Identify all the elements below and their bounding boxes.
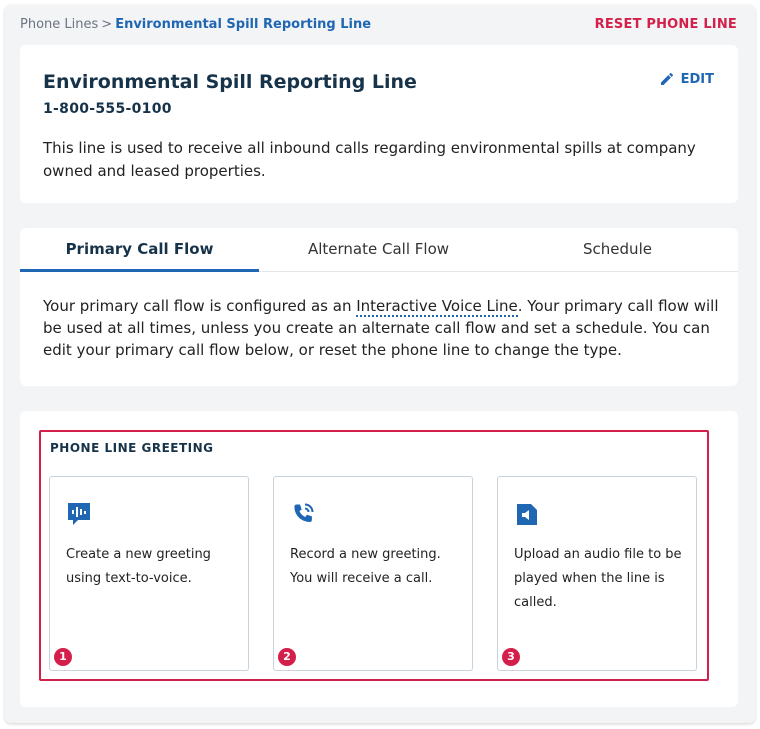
phone-line-panel: Phone Lines > Environmental Spill Reportin…: [5, 5, 755, 723]
greeting-card: PHONE LINE GREETING Create a new greetin…: [20, 411, 738, 707]
top-bar: Phone Lines > Environmental Spill Reportin…: [20, 17, 737, 37]
greeting-section-heading: PHONE LINE GREETING: [50, 441, 214, 455]
tab-schedule[interactable]: Schedule: [498, 228, 737, 272]
tab-primary-call-flow[interactable]: Primary Call Flow: [20, 228, 259, 272]
line-description: This line is used to receive all inbound…: [43, 139, 696, 180]
interactive-voice-line-link[interactable]: Interactive Voice Line: [356, 297, 518, 317]
option-text: Upload an audio file to be played when t…: [514, 547, 682, 610]
greeting-options-highlight: PHONE LINE GREETING Create a new greetin…: [39, 430, 709, 681]
call-flow-tabs: Primary Call Flow Alternate Call Flow Sc…: [20, 228, 738, 272]
text-to-voice-option[interactable]: Create a new greeting using text-to-voic…: [49, 476, 249, 671]
breadcrumb: Phone Lines > Environmental Spill Reportin…: [20, 17, 371, 32]
breadcrumb-current[interactable]: Environmental Spill Reporting Line: [115, 17, 371, 32]
breadcrumb-phone-lines[interactable]: Phone Lines: [20, 17, 98, 32]
phone-ringing-icon: [294, 503, 314, 523]
pencil-icon: [660, 72, 673, 85]
reset-phone-line-button[interactable]: RESET PHONE LINE: [595, 17, 737, 32]
line-info-card: Environmental Spill Reporting Line 1-800…: [20, 45, 738, 203]
audio-file-icon: [517, 504, 537, 525]
primary-call-flow-description: Your primary call flow is configured as …: [43, 295, 723, 361]
option-text: Create a new greeting using text-to-voic…: [66, 547, 211, 586]
line-title: Environmental Spill Reporting Line: [43, 71, 417, 93]
edit-label: EDIT: [680, 71, 714, 87]
upload-audio-option[interactable]: Upload an audio file to be played when t…: [497, 476, 697, 671]
edit-button[interactable]: EDIT: [659, 71, 714, 87]
line-phone-number: 1-800-555-0100: [43, 101, 172, 117]
step-badge: 3: [502, 648, 520, 666]
breadcrumb-separator: >: [101, 17, 113, 32]
primary-text-before: Your primary call flow is configured as …: [43, 297, 357, 315]
option-text: Record a new greeting. You will receive …: [290, 547, 441, 586]
step-badge: 1: [54, 648, 72, 666]
tab-alternate-call-flow[interactable]: Alternate Call Flow: [259, 228, 498, 272]
call-flow-card: Primary Call Flow Alternate Call Flow Sc…: [20, 228, 738, 386]
step-badge: 2: [278, 648, 296, 666]
text-to-voice-icon: [68, 503, 90, 525]
record-greeting-option[interactable]: Record a new greeting. You will receive …: [273, 476, 473, 671]
